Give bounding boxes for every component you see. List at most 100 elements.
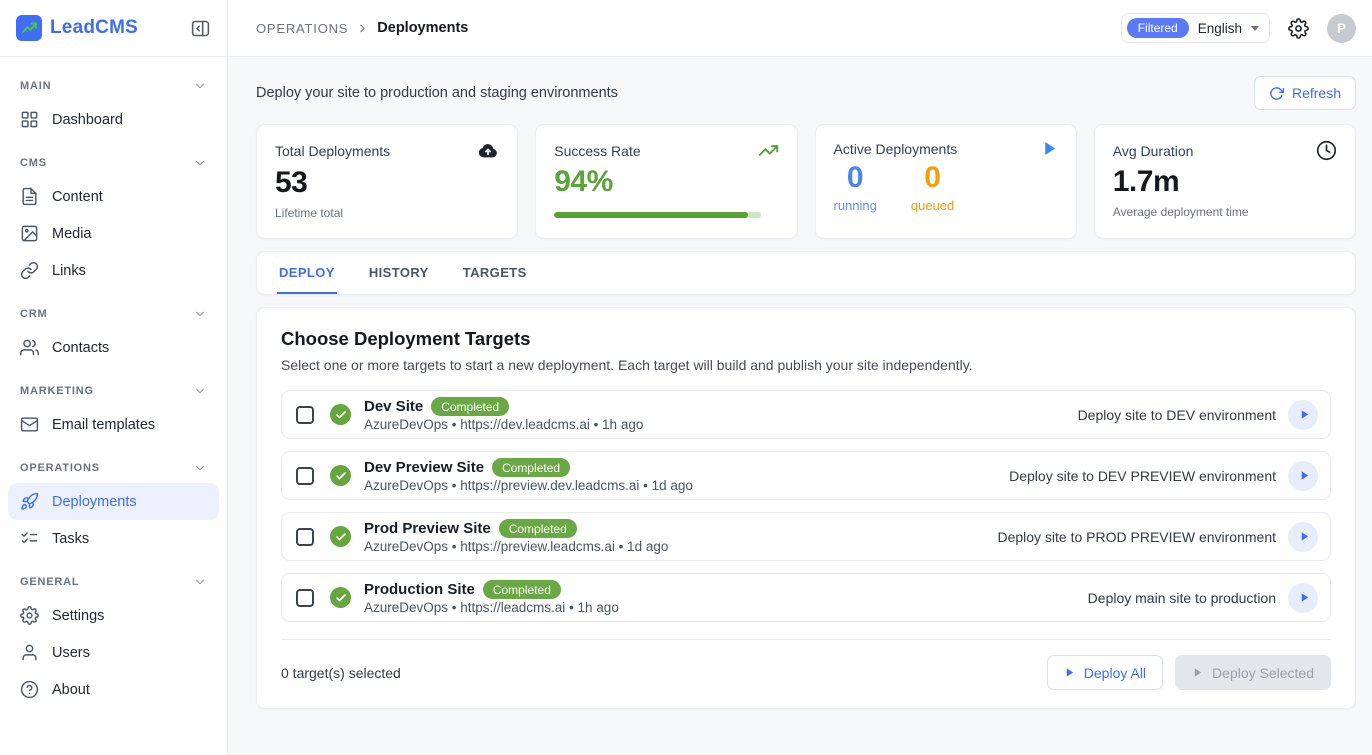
stat-card-avg-duration: Avg Duration 1.7m Average deployment tim… bbox=[1094, 124, 1356, 239]
stat-title: Avg Duration bbox=[1113, 143, 1194, 159]
deploy-all-button[interactable]: Deploy All bbox=[1047, 655, 1163, 690]
sidebar-item-deployments[interactable]: Deployments bbox=[8, 483, 219, 520]
nav-section-main: MAIN Dashboard bbox=[8, 71, 219, 138]
checklist-icon bbox=[20, 529, 39, 548]
stat-card-success-rate: Success Rate 94% bbox=[535, 124, 797, 239]
target-checkbox[interactable] bbox=[296, 589, 314, 607]
target-name: Dev Preview Site bbox=[364, 459, 484, 476]
nav-heading-marketing[interactable]: MARKETING bbox=[8, 376, 219, 406]
sidebar-item-users[interactable]: Users bbox=[8, 634, 219, 671]
sidebar-item-links[interactable]: Links bbox=[8, 252, 219, 289]
deploy-play-button[interactable] bbox=[1288, 522, 1318, 552]
stats-row: Total Deployments 53 Lifetime total Succ… bbox=[256, 124, 1356, 239]
tab-deploy[interactable]: DEPLOY bbox=[277, 252, 337, 294]
breadcrumb: OPERATIONS Deployments bbox=[256, 20, 468, 36]
user-icon bbox=[20, 643, 39, 662]
check-circle-icon bbox=[330, 587, 351, 608]
sidebar-item-about[interactable]: About bbox=[8, 671, 219, 708]
success-progress-fill bbox=[554, 212, 748, 218]
target-checkbox[interactable] bbox=[296, 467, 314, 485]
sidebar-item-label: Content bbox=[52, 189, 103, 205]
play-icon bbox=[1041, 140, 1058, 157]
nav-heading-label: MARKETING bbox=[20, 385, 94, 397]
sidebar-item-media[interactable]: Media bbox=[8, 215, 219, 252]
play-icon bbox=[1192, 667, 1203, 678]
avatar[interactable]: P bbox=[1327, 14, 1356, 43]
link-icon bbox=[20, 261, 39, 280]
tab-history[interactable]: HISTORY bbox=[367, 252, 431, 294]
target-name: Dev Site bbox=[364, 398, 423, 415]
nav-heading-cms[interactable]: CMS bbox=[8, 148, 219, 178]
nav-heading-general[interactable]: GENERAL bbox=[8, 567, 219, 597]
refresh-label: Refresh bbox=[1292, 85, 1341, 101]
target-checkbox[interactable] bbox=[296, 528, 314, 546]
nav-heading-label: CMS bbox=[20, 157, 47, 169]
caret-down-icon bbox=[1251, 26, 1259, 31]
sidebar-item-tasks[interactable]: Tasks bbox=[8, 520, 219, 557]
status-badge: Completed bbox=[483, 580, 561, 599]
panel-subtitle: Select one or more targets to start a ne… bbox=[281, 357, 1331, 373]
stat-card-total-deployments: Total Deployments 53 Lifetime total bbox=[256, 124, 518, 239]
target-action-text: Deploy site to PROD PREVIEW environment bbox=[997, 529, 1276, 545]
sidebar-item-email-templates[interactable]: Email templates bbox=[8, 406, 219, 443]
nav-section-operations: OPERATIONS Deployments Tasks bbox=[8, 453, 219, 557]
gear-icon bbox=[20, 606, 39, 625]
filtered-badge: Filtered bbox=[1127, 18, 1189, 38]
language-label: English bbox=[1198, 21, 1242, 36]
deploy-selected-button[interactable]: Deploy Selected bbox=[1175, 655, 1331, 690]
stat-value: 94% bbox=[554, 165, 778, 199]
app-logo[interactable]: LeadCMS bbox=[16, 15, 138, 41]
nav-heading-label: OPERATIONS bbox=[20, 462, 100, 474]
sidebar-item-label: Media bbox=[52, 226, 92, 242]
sidebar-item-label: Links bbox=[52, 263, 86, 279]
check-circle-icon bbox=[330, 526, 351, 547]
sidebar-item-dashboard[interactable]: Dashboard bbox=[8, 101, 219, 138]
deploy-play-button[interactable] bbox=[1288, 400, 1318, 430]
sidebar-item-contacts[interactable]: Contacts bbox=[8, 329, 219, 366]
language-selector[interactable]: Filtered English bbox=[1121, 13, 1270, 43]
people-icon bbox=[20, 338, 39, 357]
target-row-dev-preview-site: Dev Preview Site Completed AzureDevOps •… bbox=[281, 451, 1331, 500]
sidebar-item-content[interactable]: Content bbox=[8, 178, 219, 215]
deploy-play-button[interactable] bbox=[1288, 461, 1318, 491]
tab-targets[interactable]: TARGETS bbox=[461, 252, 529, 294]
deploy-play-button[interactable] bbox=[1288, 583, 1318, 613]
target-action-text: Deploy site to DEV PREVIEW environment bbox=[1009, 468, 1276, 484]
trending-up-icon bbox=[758, 140, 779, 161]
running-count: 0 bbox=[847, 161, 864, 195]
sidebar-collapse-icon[interactable] bbox=[190, 18, 211, 39]
target-meta: AzureDevOps • https://dev.leadcms.ai • 1… bbox=[364, 417, 643, 432]
target-row-dev-site: Dev Site Completed AzureDevOps • https:/… bbox=[281, 390, 1331, 439]
deploy-all-label: Deploy All bbox=[1084, 665, 1146, 681]
nav-heading-label: GENERAL bbox=[20, 576, 79, 588]
app-window: LeadCMS MAIN Dashboard CMS bbox=[0, 0, 1372, 755]
settings-gear-icon[interactable] bbox=[1288, 18, 1309, 39]
breadcrumb-section[interactable]: OPERATIONS bbox=[256, 21, 348, 36]
stat-card-active-deployments: Active Deployments 0 running 0 queued bbox=[815, 124, 1077, 239]
nav-heading-main[interactable]: MAIN bbox=[8, 71, 219, 101]
stat-title: Total Deployments bbox=[275, 143, 390, 159]
target-action-text: Deploy main site to production bbox=[1088, 590, 1276, 606]
dashboard-icon bbox=[20, 110, 39, 129]
sidebar-item-settings[interactable]: Settings bbox=[8, 597, 219, 634]
target-row-prod-preview-site: Prod Preview Site Completed AzureDevOps … bbox=[281, 512, 1331, 561]
check-circle-icon bbox=[330, 404, 351, 425]
chevron-down-icon bbox=[193, 79, 207, 93]
panel-title: Choose Deployment Targets bbox=[281, 328, 1331, 350]
sidebar-item-label: Contacts bbox=[52, 340, 109, 356]
chevron-down-icon bbox=[193, 461, 207, 475]
queued-label: queued bbox=[911, 198, 954, 213]
target-checkbox[interactable] bbox=[296, 406, 314, 424]
nav-heading-crm[interactable]: CRM bbox=[8, 299, 219, 329]
page-content: Deploy your site to production and stagi… bbox=[228, 57, 1372, 709]
help-circle-icon bbox=[20, 680, 39, 699]
sidebar: LeadCMS MAIN Dashboard CMS bbox=[0, 0, 228, 755]
target-name: Production Site bbox=[364, 581, 475, 598]
queued-count: 0 bbox=[924, 161, 941, 195]
sidebar-item-label: Dashboard bbox=[52, 112, 123, 128]
nav-heading-operations[interactable]: OPERATIONS bbox=[8, 453, 219, 483]
chevron-right-icon bbox=[356, 22, 369, 35]
rocket-icon bbox=[20, 492, 39, 511]
refresh-button[interactable]: Refresh bbox=[1254, 76, 1356, 110]
refresh-icon bbox=[1269, 86, 1284, 101]
